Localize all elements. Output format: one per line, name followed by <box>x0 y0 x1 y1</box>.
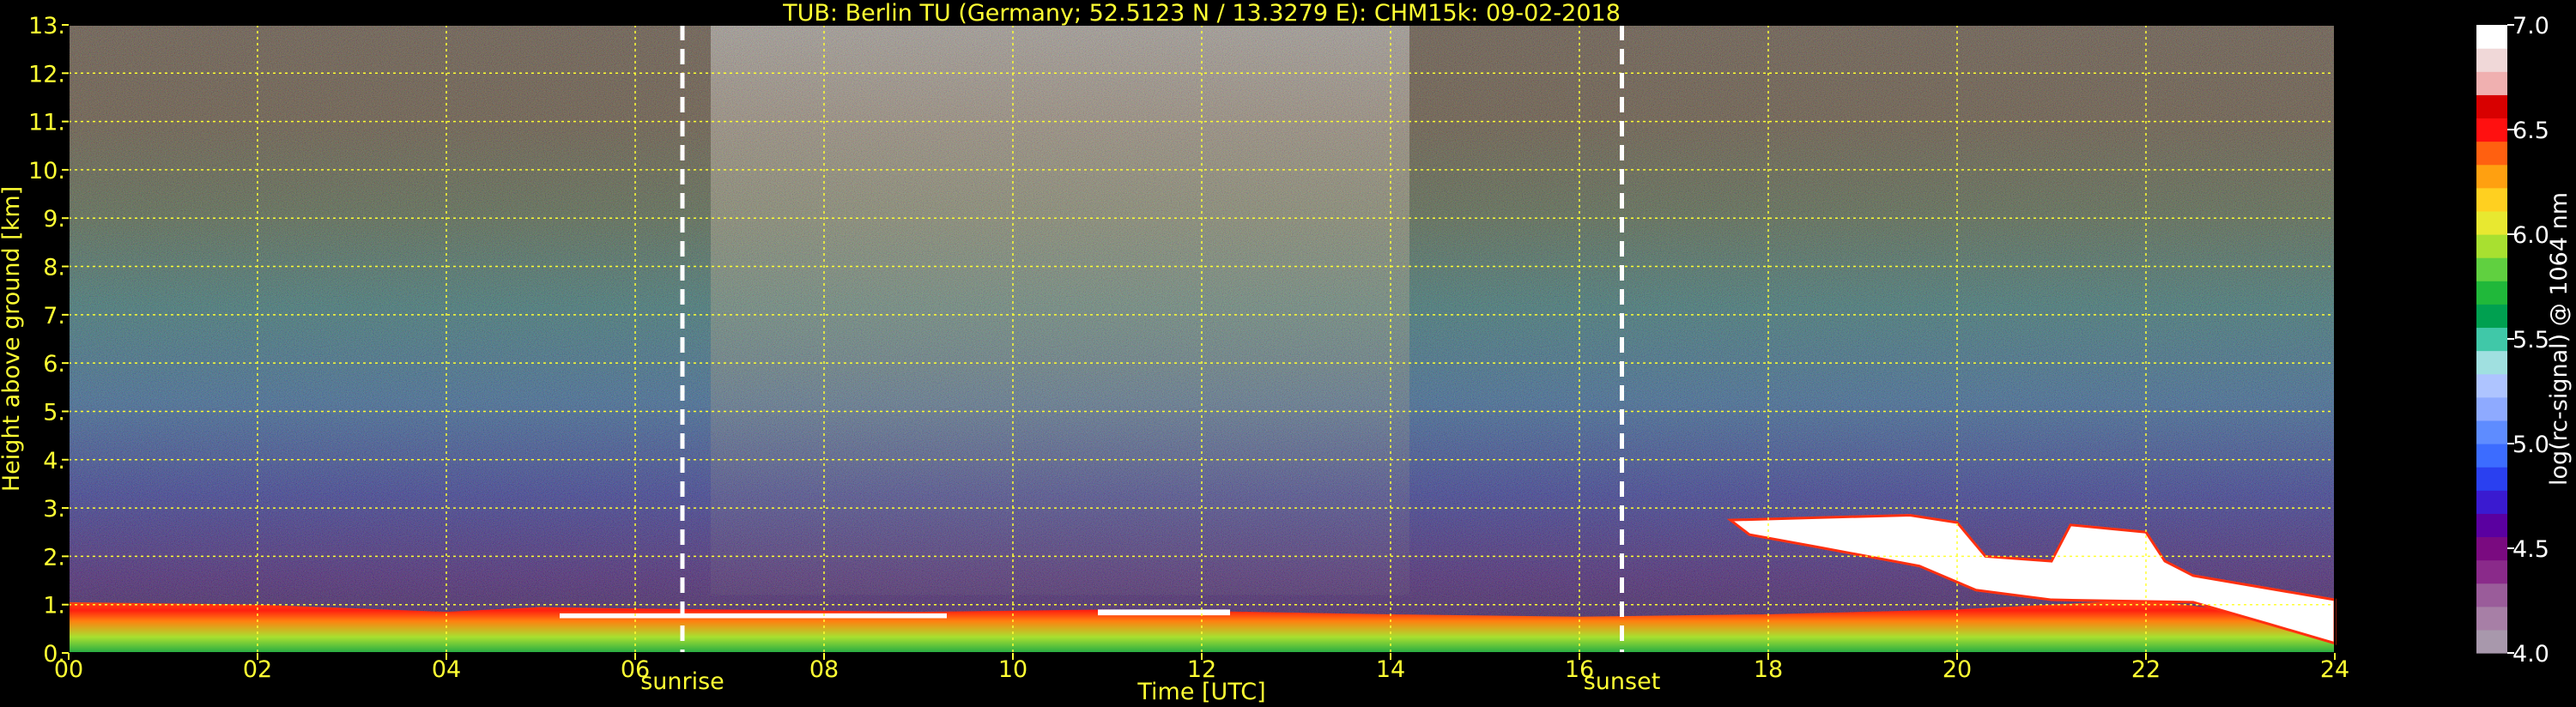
x-tick-label: 06 <box>621 656 650 683</box>
colorbar-tick-label: 5.0 <box>2512 432 2549 458</box>
y-tick-label: 3. <box>43 496 65 523</box>
y-tick-label: 13. <box>28 13 65 39</box>
colorbar-tick-label: 4.0 <box>2512 641 2549 668</box>
colorbar-segment <box>2476 467 2507 491</box>
x-tick-label: 20 <box>1943 656 1972 683</box>
x-tick-label: 18 <box>1754 656 1783 683</box>
colorbar-segment <box>2476 257 2507 281</box>
colorbar-tick-label: 5.5 <box>2512 327 2549 354</box>
colorbar-segment <box>2476 606 2507 631</box>
y-tick-label: 10. <box>28 158 65 184</box>
y-tick-label: 1. <box>43 593 65 619</box>
y-tick-label: 0. <box>43 641 65 668</box>
colorbar: 4.0 4.5 5.0 5.5 6.0 6.5 7.0 <box>2476 13 2549 668</box>
colorbar-label: log(rc-signal) @ 1064 nm <box>2546 192 2573 486</box>
colorbar-segment <box>2476 559 2507 584</box>
y-tick-label: 4. <box>43 448 65 474</box>
colorbar-segment <box>2476 94 2507 119</box>
event-label: sunrise <box>640 668 724 695</box>
x-tick-label: 16 <box>1565 656 1594 683</box>
y-tick-label: 12. <box>28 61 65 88</box>
y-tick-label: 11. <box>28 110 65 136</box>
colorbar-segment <box>2476 536 2507 561</box>
colorbar-segment <box>2476 118 2507 142</box>
colorbar-segment <box>2476 25 2507 49</box>
colorbar-segment <box>2476 583 2507 607</box>
y-tick-label: 2. <box>43 544 65 571</box>
y-tick-label: 6. <box>43 351 65 378</box>
colorbar-segment <box>2476 420 2507 444</box>
colorbar-tick-label: 4.5 <box>2512 536 2549 563</box>
chart-title: TUB: Berlin TU (Germany; 52.5123 N / 13.… <box>782 0 1621 27</box>
colorbar-segment <box>2476 629 2507 654</box>
x-tick-label: 02 <box>243 656 272 683</box>
x-tick-label: 04 <box>432 656 461 683</box>
colorbar-segment <box>2476 210 2507 235</box>
colorbar-segment <box>2476 327 2507 352</box>
colorbar-segment <box>2476 304 2507 329</box>
x-tick-label: 24 <box>2320 656 2349 683</box>
x-tick-label: 14 <box>1376 656 1405 683</box>
x-tick-label: 10 <box>998 656 1027 683</box>
ceilometer-figure: sunrise sunset 00 02 04 06 08 10 12 14 16 18 20 22 24… <box>0 0 2573 705</box>
colorbar-segment <box>2476 141 2507 166</box>
x-tick-label: 22 <box>2131 656 2161 683</box>
colorbar-segment <box>2476 444 2507 468</box>
x-tick-label: 08 <box>809 656 839 683</box>
colorbar-segment <box>2476 48 2507 72</box>
colorbar-segment <box>2476 187 2507 212</box>
colorbar-tick-label: 7.0 <box>2512 13 2549 39</box>
y-tick-label: 8. <box>43 255 65 281</box>
y-axis-label: Height above ground [km] <box>0 186 25 492</box>
y-tick-label: 5. <box>43 399 65 426</box>
colorbar-segment <box>2476 71 2507 95</box>
y-axis: 0. 1. 2. 3. 4. 5. 6. 7. 8. 9. 10. 11. 12. 13. <box>28 13 69 668</box>
colorbar-tick-label: 6.0 <box>2512 222 2549 249</box>
colorbar-segment <box>2476 373 2507 398</box>
event-label: sunset <box>1584 668 1661 695</box>
colorbar-segment <box>2476 490 2507 514</box>
y-tick-label: 7. <box>43 303 65 329</box>
colorbar-tick-label: 6.5 <box>2512 118 2549 144</box>
colorbar-segment <box>2476 164 2507 189</box>
colorbar-segment <box>2476 234 2507 258</box>
colorbar-segment <box>2476 350 2507 375</box>
x-axis-label: Time [UTC] <box>1136 679 1265 705</box>
colorbar-segment <box>2476 396 2507 421</box>
colorbar-segment <box>2476 281 2507 305</box>
colorbar-segment <box>2476 513 2507 538</box>
y-tick-label: 9. <box>43 206 65 233</box>
